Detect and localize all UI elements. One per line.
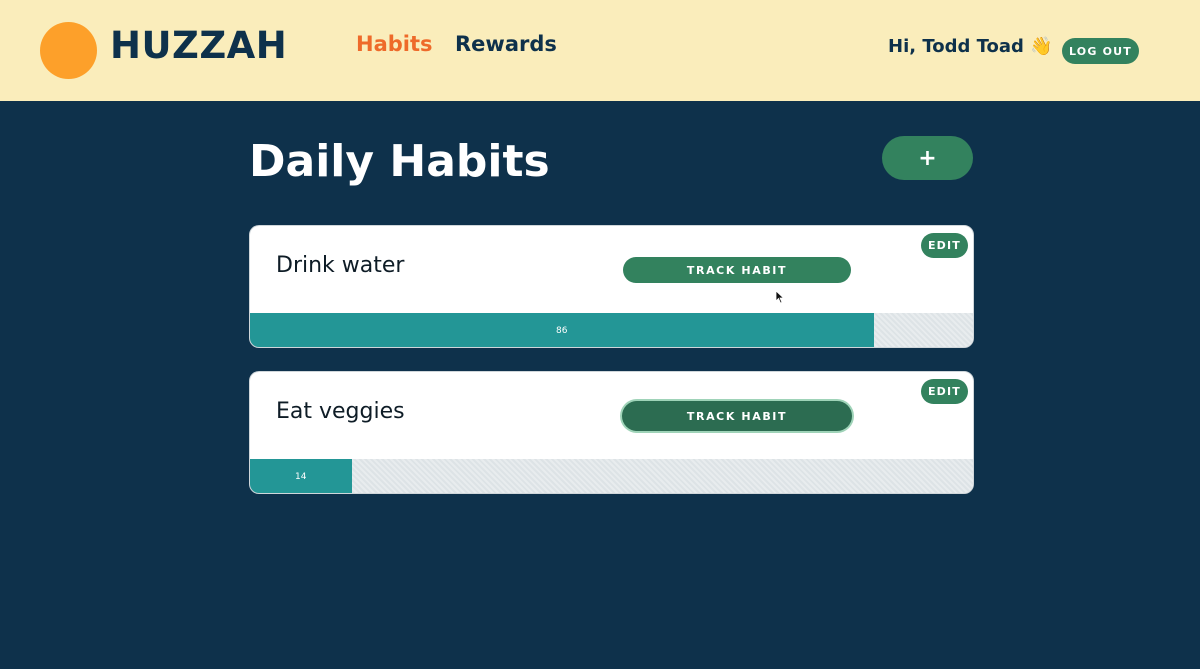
habit-progress-bar: 86 [250,313,973,347]
logo-circle-icon[interactable] [40,22,97,79]
habit-card: Eat veggies EDIT TRACK HABIT 14 [249,371,974,494]
nav-habits-link[interactable]: Habits [356,32,433,56]
user-greeting: Hi, Todd Toad 👋 [888,36,1053,57]
edit-habit-button[interactable]: EDIT [921,233,968,258]
add-habit-button[interactable]: + [882,136,973,180]
edit-habit-button[interactable]: EDIT [921,379,968,404]
habit-progress-label: 86 [556,326,568,336]
nav-rewards-link[interactable]: Rewards [455,32,557,56]
mouse-cursor-icon [775,290,785,304]
habit-progress-fill: 14 [250,459,352,493]
habit-progress-fill: 86 [250,313,874,347]
habit-progress-label: 14 [295,472,307,482]
top-navbar: HUZZAH Habits Rewards Hi, Todd Toad 👋 LO… [0,0,1200,101]
logout-button[interactable]: LOG OUT [1062,38,1139,64]
track-habit-button[interactable]: TRACK HABIT [622,401,852,431]
habit-name: Drink water [276,253,405,278]
logo-text[interactable]: HUZZAH [110,24,287,67]
page-title: Daily Habits [249,136,550,187]
habit-progress-bar: 14 [250,459,973,493]
habit-card: Drink water EDIT TRACK HABIT 86 [249,225,974,348]
habit-name: Eat veggies [276,399,405,424]
track-habit-button[interactable]: TRACK HABIT [623,257,851,283]
